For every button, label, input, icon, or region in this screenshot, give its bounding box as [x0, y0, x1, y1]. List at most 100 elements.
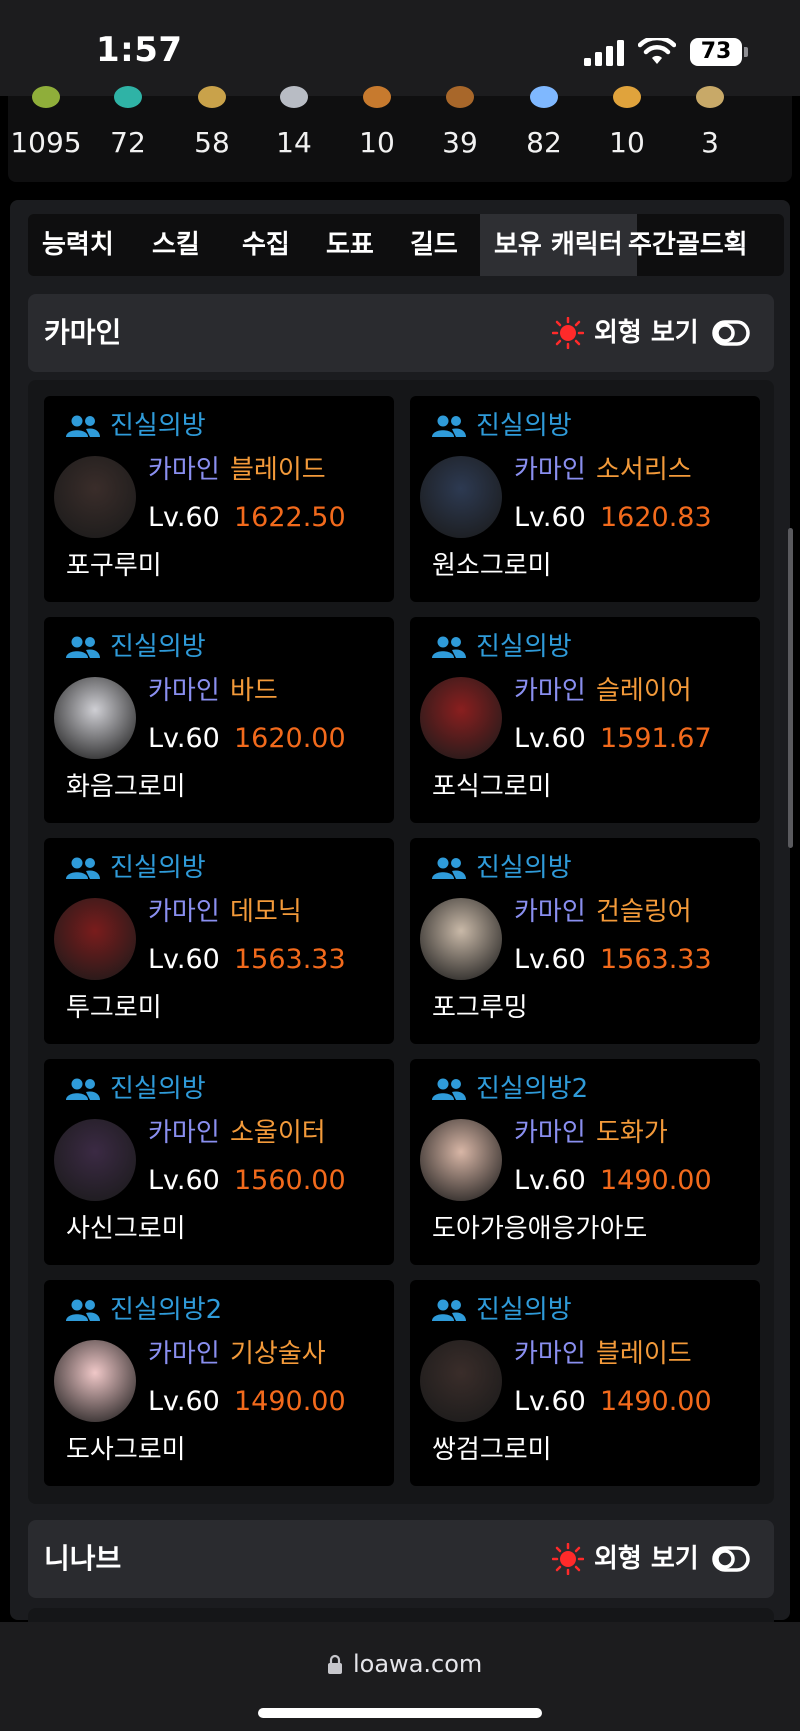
inventory-item[interactable]: 1095 [5, 86, 87, 182]
guild-name: 진실의방 [476, 853, 572, 883]
inventory-item[interactable]: 39 [419, 86, 501, 182]
character-level: Lv.60 [148, 502, 220, 533]
inventory-count: 58 [194, 126, 230, 159]
inventory-item[interactable]: 58 [171, 86, 253, 182]
character-avatar [420, 456, 502, 538]
character-name: 포그루밍 [432, 993, 528, 1023]
character-level: Lv.60 [514, 1386, 586, 1417]
character-avatar [54, 677, 136, 759]
character-server: 카마인 [148, 1339, 220, 1369]
tab-4[interactable]: 길드 [396, 214, 472, 276]
character-name: 쌍검그로미 [432, 1435, 552, 1465]
character-item-level: 1563.33 [600, 944, 712, 975]
character-server: 카마인 [514, 897, 586, 927]
character-server: 카마인 [148, 455, 220, 485]
character-server: 카마인 [148, 897, 220, 927]
battery-tip [744, 47, 748, 57]
character-class: 블레이드 [596, 1339, 692, 1369]
appearance-toggle-icon[interactable] [712, 1546, 750, 1572]
character-name: 사신그로미 [66, 1214, 186, 1244]
character-avatar [54, 898, 136, 980]
sun-icon [552, 317, 584, 349]
inventory-count: 10 [359, 126, 395, 159]
character-item-level: 1490.00 [600, 1386, 712, 1417]
character-level: Lv.60 [148, 1165, 220, 1196]
appearance-toggle-icon[interactable] [712, 320, 750, 346]
tab-3[interactable]: 도표 [312, 214, 388, 276]
tab-1[interactable]: 스킬 [138, 214, 214, 276]
character-card[interactable]: 진실의방2 카마인 도화가 Lv.60 1490.00 도아가응애응가아도 [410, 1059, 760, 1265]
guild-members-icon [432, 1298, 466, 1322]
character-level: Lv.60 [148, 944, 220, 975]
character-card[interactable]: 진실의방 카마인 소서리스 Lv.60 1620.83 원소그로미 [410, 396, 760, 602]
character-class: 소서리스 [596, 455, 692, 485]
tab-bar: 능력치 스킬 수집 도표 길드 보유 캐릭터 주간골드획 [28, 214, 784, 276]
inventory-count: 3 [701, 126, 719, 159]
guild-members-icon [432, 414, 466, 438]
scrollbar[interactable] [788, 528, 793, 848]
guild-members-icon [66, 414, 100, 438]
inventory-item[interactable]: 10 [586, 86, 668, 182]
inventory-count: 1095 [10, 126, 82, 159]
url-field[interactable]: loawa.com [353, 1648, 482, 1680]
character-name: 포식그로미 [432, 772, 552, 802]
character-class: 바드 [230, 676, 278, 706]
character-class: 소울이터 [230, 1118, 326, 1148]
home-indicator[interactable] [258, 1708, 542, 1718]
character-name: 도아가응애응가아도 [432, 1214, 648, 1244]
character-server: 카마인 [514, 676, 586, 706]
browser-bar: loawa.com [0, 1622, 800, 1731]
guild-name: 진실의방 [110, 1074, 206, 1104]
server-title: 니나브 [44, 1542, 122, 1575]
character-panel: 능력치 스킬 수집 도표 길드 보유 캐릭터 주간골드획 카마인 외형 보기 진실의방 카마인… [10, 200, 790, 1628]
character-card[interactable]: 진실의방 카마인 블레이드 Lv.60 1622.50 포구루미 [44, 396, 394, 602]
character-card[interactable]: 진실의방카마인 소울이터 Lv.60 1560.00 사신그로미 [44, 1059, 394, 1265]
character-card[interactable]: 진실의방 카마인 슬레이어 Lv.60 1591.67 포식그로미 [410, 617, 760, 823]
character-server: 카마인 [148, 1118, 220, 1148]
tab-6[interactable]: 주간골드획 [614, 214, 762, 276]
character-card[interactable]: 진실의방카마인 블레이드 Lv.60 1490.00 쌍검그로미 [410, 1280, 760, 1486]
character-item-level: 1622.50 [234, 502, 346, 533]
character-avatar [420, 898, 502, 980]
inventory-item[interactable]: 72 [87, 86, 169, 182]
appearance-view-label: 외형 보기 [594, 318, 699, 348]
character-class: 건슬링어 [596, 897, 692, 927]
inventory-count: 14 [276, 126, 312, 159]
inventory-count: 72 [110, 126, 146, 159]
character-card[interactable]: 진실의방 카마인 데모닉 Lv.60 1563.33 투그로미 [44, 838, 394, 1044]
inventory-item[interactable]: 14 [253, 86, 335, 182]
inventory-item[interactable]: 82 [503, 86, 585, 182]
character-name: 포구루미 [66, 551, 162, 581]
gold-coin-icon [696, 86, 724, 108]
character-card[interactable]: 진실의방 카마인 건슬링어 Lv.60 1563.33 포그루밍 [410, 838, 760, 1044]
guild-name: 진실의방 [476, 411, 572, 441]
character-name: 도사그로미 [66, 1435, 186, 1465]
character-item-level: 1620.00 [234, 723, 346, 754]
character-item-level: 1490.00 [234, 1386, 346, 1417]
sun-icon [552, 1543, 584, 1575]
character-class: 블레이드 [230, 455, 326, 485]
character-avatar [420, 1119, 502, 1201]
inventory-item[interactable]: 3 [669, 86, 751, 182]
character-server: 카마인 [514, 1339, 586, 1369]
orange-star-icon [613, 86, 641, 108]
character-card[interactable]: 진실의방2 카마인 기상술사 Lv.60 1490.00 도사그로미 [44, 1280, 394, 1486]
guild-members-icon [66, 1077, 100, 1101]
character-item-level: 1560.00 [234, 1165, 346, 1196]
inventory-count: 10 [609, 126, 645, 159]
character-level: Lv.60 [148, 723, 220, 754]
status-bar: 1:57 73 [0, 0, 800, 96]
tab-2[interactable]: 수집 [228, 214, 304, 276]
status-time: 1:57 [96, 30, 183, 70]
character-avatar [54, 456, 136, 538]
character-card[interactable]: 진실의방 카마인 바드 Lv.60 1620.00 화음그로미 [44, 617, 394, 823]
character-server: 카마인 [514, 455, 586, 485]
guild-name: 진실의방 [476, 1295, 572, 1325]
cellular-signal-icon [584, 40, 624, 66]
character-item-level: 1563.33 [234, 944, 346, 975]
character-server: 카마인 [148, 676, 220, 706]
guild-members-icon [432, 856, 466, 880]
character-name: 투그로미 [66, 993, 162, 1023]
inventory-item[interactable]: 10 [336, 86, 418, 182]
tab-0[interactable]: 능력치 [28, 214, 128, 276]
